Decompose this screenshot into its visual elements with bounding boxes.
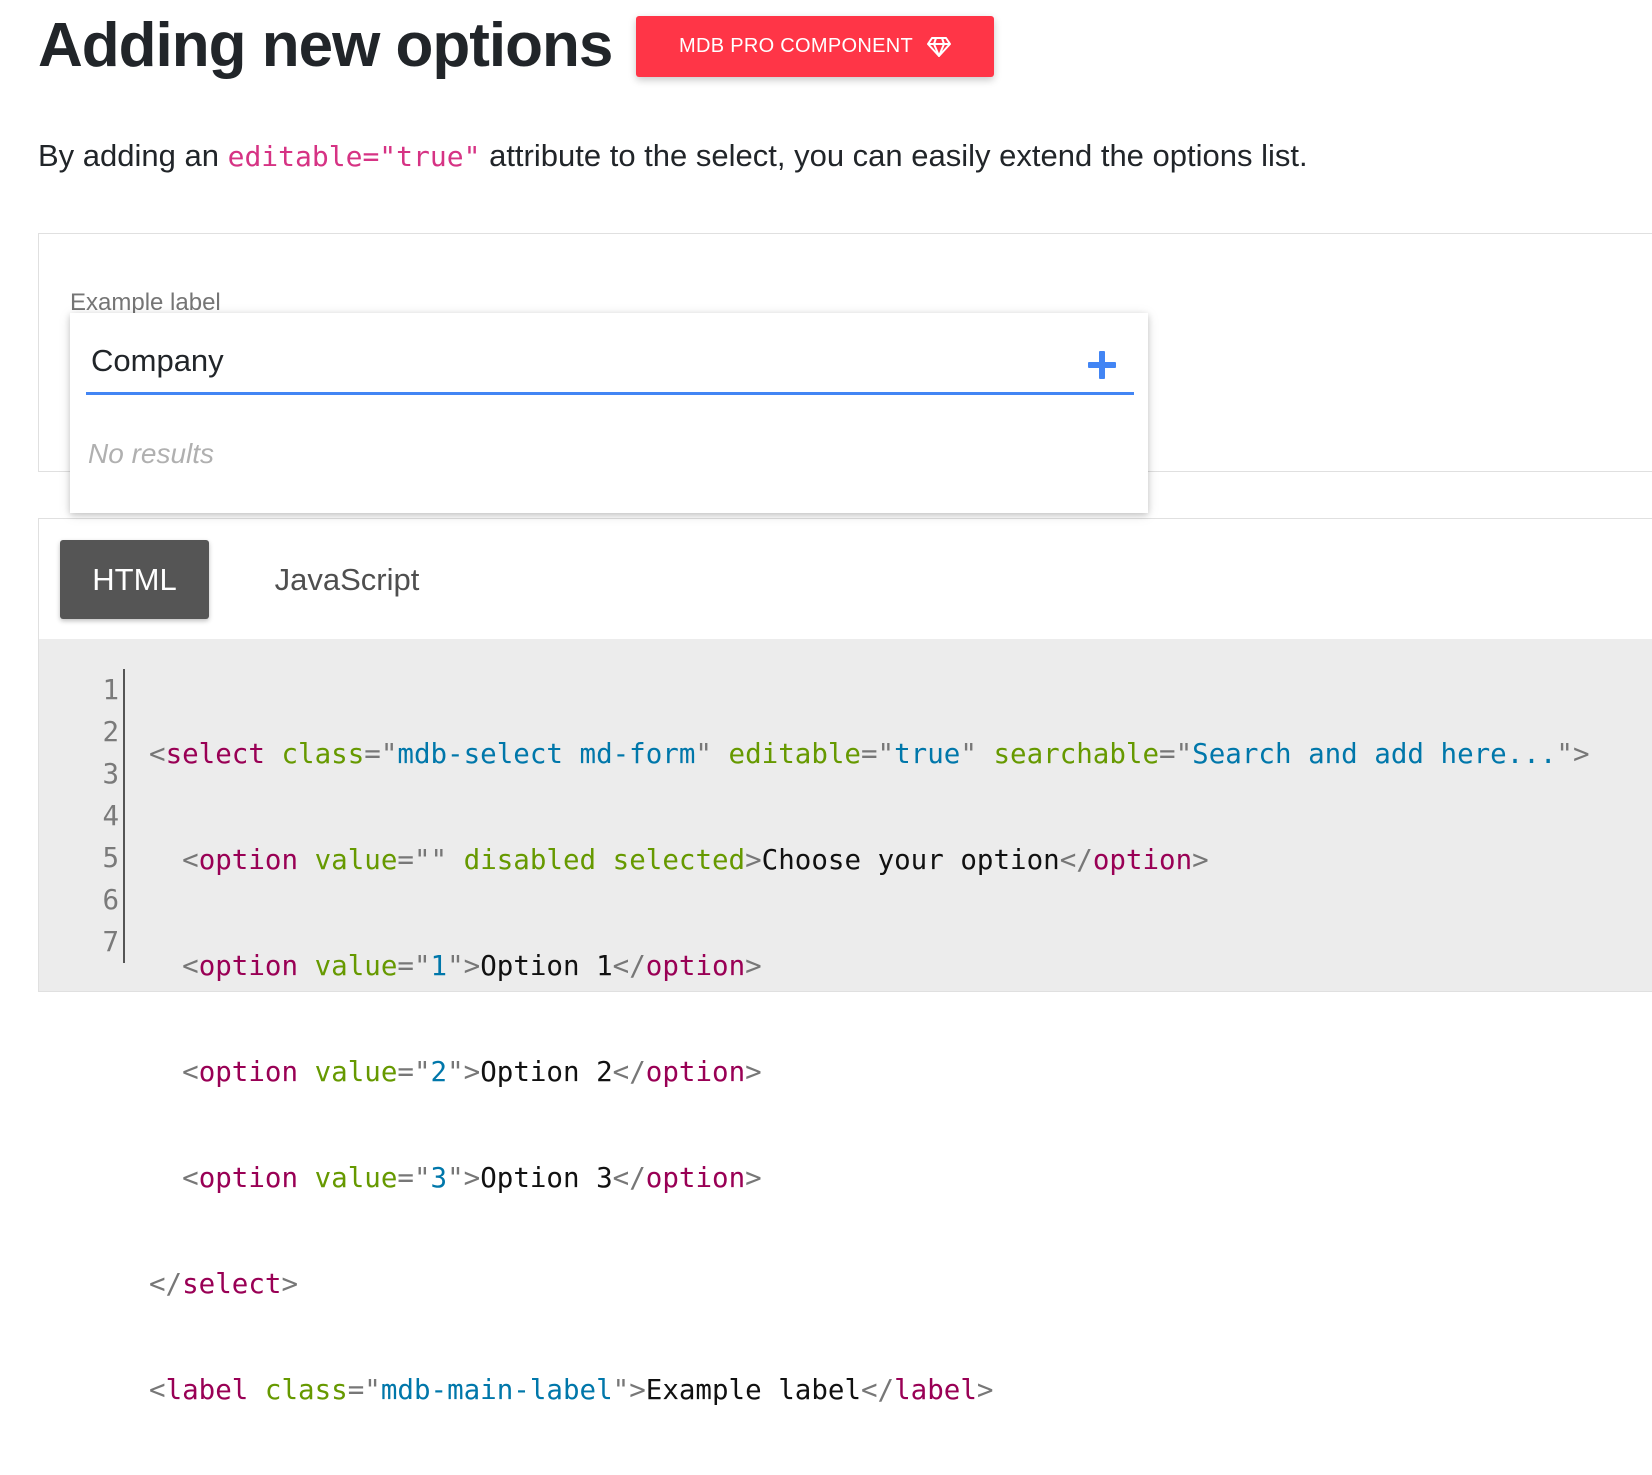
line-number: 4 (102, 800, 119, 832)
pro-component-badge[interactable]: MDB PRO COMPONENT (636, 16, 994, 77)
code-line-6: </select> (149, 1268, 299, 1300)
code-line-3: <option value="1">Option 1</option> (182, 950, 762, 982)
select-dropdown: No results (70, 313, 1148, 513)
line-numbers: 1 2 3 4 5 6 7 (39, 669, 119, 963)
tab-javascript[interactable]: JavaScript (267, 540, 427, 619)
badge-label: MDB PRO COMPONENT (679, 35, 913, 57)
code-lines: <select class="mdb-select md-form" edita… (149, 669, 1590, 1475)
code-line-7: <label class="mdb-main-label">Example la… (149, 1374, 994, 1406)
inline-code: editable="true" (227, 140, 481, 173)
code-line-5: <option value="3">Option 3</option> (182, 1162, 762, 1194)
line-number: 2 (102, 716, 119, 748)
code-line-2: <option value="" disabled selected>Choos… (182, 844, 1209, 876)
line-number: 6 (102, 884, 119, 916)
page-title: Adding new options (38, 10, 613, 80)
code-line-4: <option value="2">Option 2</option> (182, 1056, 762, 1088)
search-row (86, 331, 1134, 395)
code-block: 1 2 3 4 5 6 7 <select class="mdb-select … (39, 639, 1652, 1406)
plus-icon[interactable] (1086, 349, 1118, 381)
intro-after: attribute to the select, you can easily … (480, 138, 1308, 173)
line-number: 7 (102, 926, 119, 958)
search-input[interactable] (91, 331, 1051, 391)
no-results-text: No results (88, 438, 215, 469)
title-row: Adding new options (38, 2, 613, 88)
code-line-1: <select class="mdb-select md-form" edita… (149, 738, 1590, 770)
line-number: 3 (102, 758, 119, 790)
gem-icon (927, 36, 951, 58)
gutter-divider (123, 669, 125, 963)
intro-text: By adding an editable="true" attribute t… (38, 138, 1308, 174)
intro-before: By adding an (38, 138, 228, 173)
line-number: 1 (102, 674, 119, 706)
code-tabs: HTML JavaScript (39, 519, 481, 640)
tab-html[interactable]: HTML (60, 540, 209, 619)
line-number: 5 (102, 842, 119, 874)
code-panel: HTML JavaScript 1 2 3 4 5 6 7 <select cl… (38, 518, 1652, 1406)
